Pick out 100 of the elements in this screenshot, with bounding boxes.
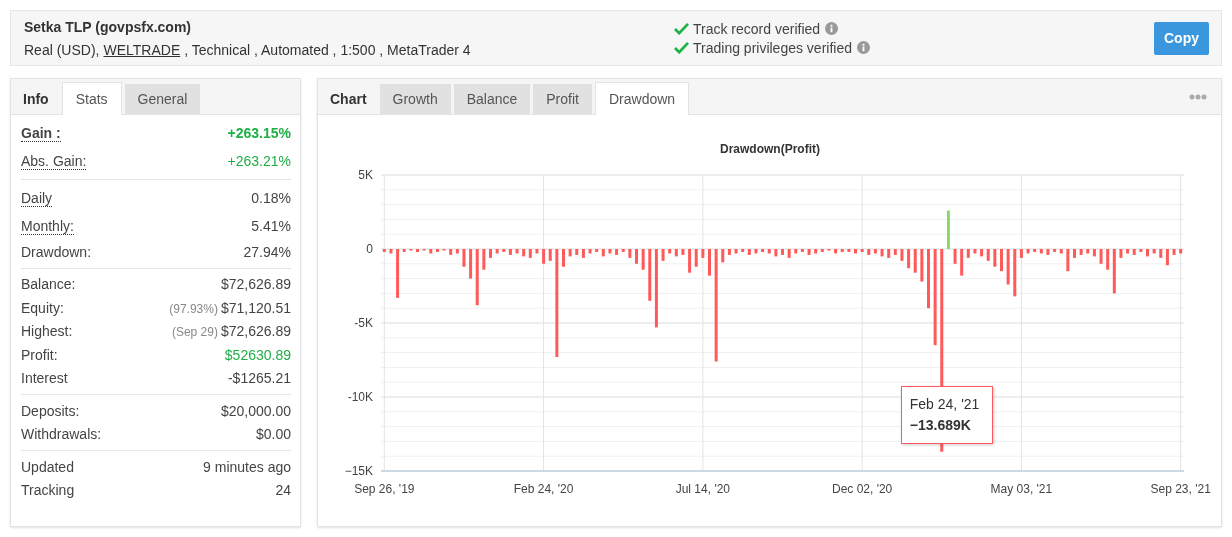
panel-tab[interactable]: Profit [533,84,592,114]
copy-button[interactable]: Copy [1154,21,1209,55]
info-icon[interactable] [825,22,839,35]
y-axis-label: −15K [344,464,373,478]
bar [794,249,798,254]
panel-heading: Info [22,90,50,109]
bar [854,249,857,254]
bar [1006,249,1010,285]
bar [787,249,791,258]
bar [628,249,632,258]
broker-link[interactable]: WELTRADE [103,41,181,58]
stat-value: $72,626.89 [220,323,291,340]
bar [1066,249,1070,272]
bar [1159,249,1163,258]
panel-tab[interactable]: Balance [453,84,531,114]
bar [641,249,645,270]
bar [1139,249,1143,252]
stat-label: Updated [21,458,74,475]
bar [475,249,479,306]
bar [1092,249,1096,257]
system-title: Setka TLP (govpsfx.com) [24,18,192,35]
stat-value: $20,000.00 [220,402,291,419]
bar [1146,249,1149,257]
stat-value: 24 [275,482,291,499]
bar [1126,249,1130,254]
bar [847,249,851,252]
stat-label: Monthly: [21,217,74,235]
bar [834,249,838,254]
y-axis-label: -10K [347,390,373,404]
panel-tab[interactable]: Growth [379,84,451,114]
bar [1013,249,1017,297]
bar [860,249,864,252]
stat-value: 9 minutes ago [203,458,291,475]
stat-value: +263.21% [227,153,291,169]
bar [681,249,685,255]
bar [1026,249,1030,254]
stat-label: Balance: [21,276,76,293]
bar [601,249,605,257]
bar [575,249,579,255]
bar [694,249,698,267]
bar [800,249,804,252]
panel-tab[interactable]: General [124,84,201,114]
bar [986,249,990,261]
stat-label: Profit: [21,346,58,363]
stat-value: $52630.89 [224,346,291,363]
verification-label: Track record verified [693,20,821,37]
stat-label: Tracking [21,482,75,499]
stat-label: Gain : [21,124,61,142]
bar [973,249,977,254]
bar [462,249,466,267]
stat-label: Deposits: [21,402,80,419]
bar [814,249,818,254]
bar [1086,249,1090,254]
bar [528,249,532,258]
bar [747,249,751,255]
stat-value: 0.18% [251,190,291,206]
stat-value: -$1265.21 [227,370,291,387]
bar [893,249,897,255]
bar [1019,249,1023,258]
x-axis-label: Sep 26, '19 [354,482,415,496]
bar [522,249,526,257]
bar [920,249,924,282]
bar [568,249,572,257]
bar [767,249,771,254]
bar [960,249,964,276]
bar [1106,249,1110,270]
bar [562,249,565,267]
stat-value: $72,626.89 [220,276,291,293]
bar [382,249,386,252]
panel-tab[interactable]: Stats [61,82,122,115]
bar [588,249,592,254]
y-axis-label: -5K [354,316,373,330]
bar [721,249,725,263]
bar [548,249,552,261]
bar [907,249,911,269]
bar [402,249,406,252]
bar [1099,249,1103,264]
bar [1132,249,1136,255]
panel-tab[interactable]: Drawdown [594,82,690,115]
bar [927,249,930,309]
bar [668,249,672,254]
stat-value: $71,120.51 [220,299,291,316]
bar [1046,249,1050,255]
bar [1172,249,1176,255]
account-details: , Technical , Automated , 1:500 , MetaTrader 4 [184,41,471,58]
more-icon[interactable] [1189,93,1207,100]
bar [708,249,711,276]
bar [648,249,652,301]
bar [867,249,871,255]
bar [880,249,884,257]
bar [635,249,638,264]
bar [621,249,625,252]
bar [946,210,950,249]
bar [469,249,473,279]
x-axis-label: May 03, '21 [990,482,1053,496]
bar [661,249,665,261]
stat-value: 5.41% [251,218,291,234]
bar [1112,249,1116,294]
bar [873,249,877,254]
info-icon[interactable] [857,41,870,54]
